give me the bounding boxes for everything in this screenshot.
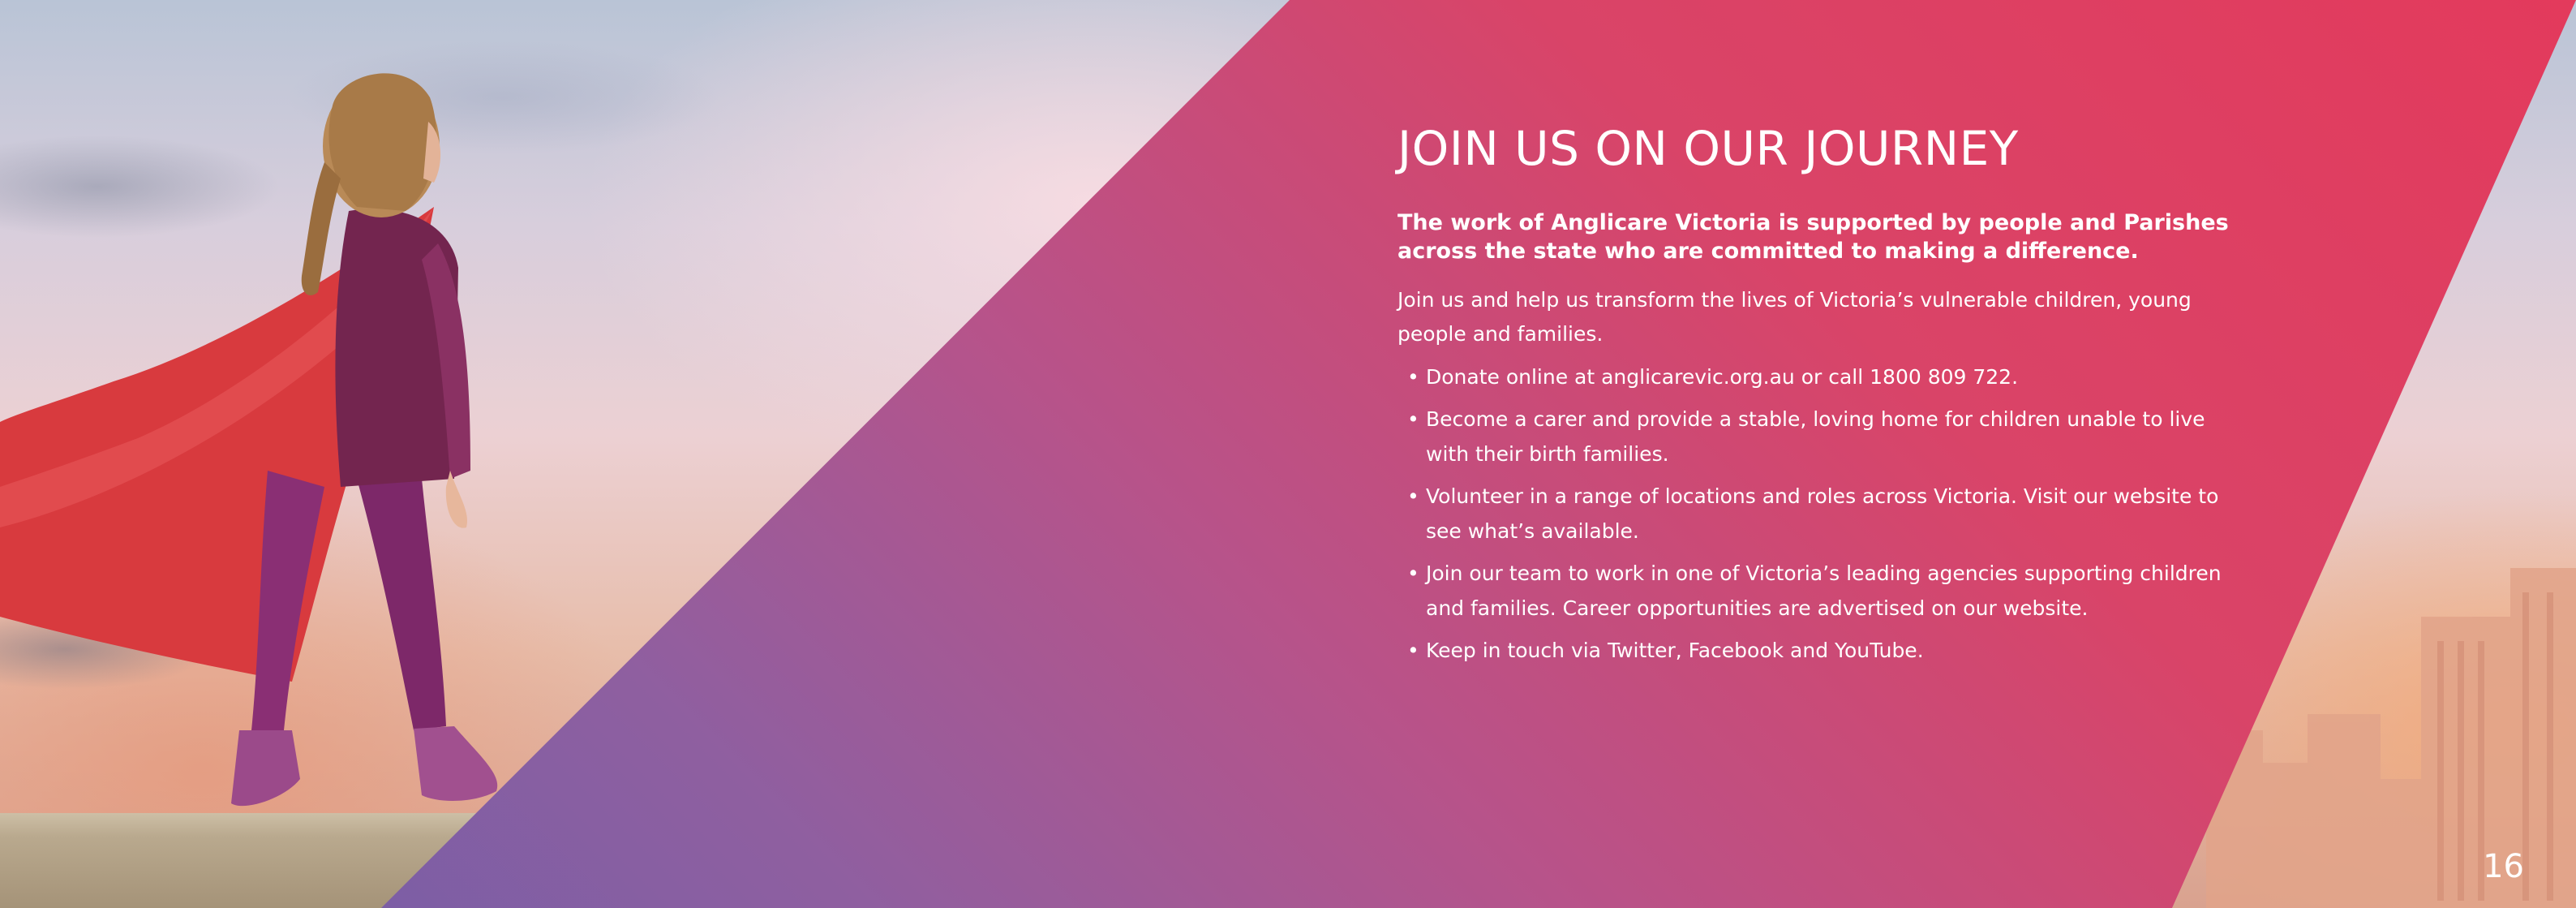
- list-item: • Become a carer and provide a stable, lo…: [1397, 402, 2241, 471]
- bullet-icon: •: [1407, 562, 1419, 586]
- page-number: 16: [2483, 848, 2524, 885]
- list-item-text: Join our team to work in one of Victoria…: [1426, 562, 2222, 620]
- body-paragraph: Join us and help us transform the lives …: [1397, 287, 2192, 346]
- list-item: • Keep in touch via Twitter, Facebook and…: [1397, 634, 2241, 669]
- list-item: • Volunteer in a range of locations and r…: [1397, 480, 2241, 549]
- list-item-text: Volunteer in a range of locations and ro…: [1426, 484, 2219, 543]
- list-item-text: Keep in touch via Twitter, Facebook and …: [1426, 639, 1924, 663]
- bullet-icon: •: [1407, 639, 1419, 663]
- list-item-text: Become a carer and provide a stable, lov…: [1426, 407, 2205, 466]
- intro-paragraph: The work of Anglicare Victoria is suppor…: [1397, 209, 2229, 264]
- content-block: JOIN US ON OUR JOURNEY The work of Angli…: [1397, 122, 2241, 677]
- list-item: • Join our team to work in one of Victori…: [1397, 557, 2241, 626]
- bullet-icon: •: [1407, 407, 1419, 432]
- list-item: • Donate online at anglicarevic.org.au or…: [1397, 360, 2241, 395]
- ways-to-help-list: • Donate online at anglicarevic.org.au or…: [1397, 360, 2241, 669]
- list-item-text: Donate online at anglicarevic.org.au or …: [1426, 364, 2019, 389]
- girl-with-cape-illustration: [0, 73, 498, 807]
- bullet-icon: •: [1407, 484, 1419, 509]
- bullet-icon: •: [1407, 364, 1419, 389]
- page-heading: JOIN US ON OUR JOURNEY: [1397, 121, 2019, 176]
